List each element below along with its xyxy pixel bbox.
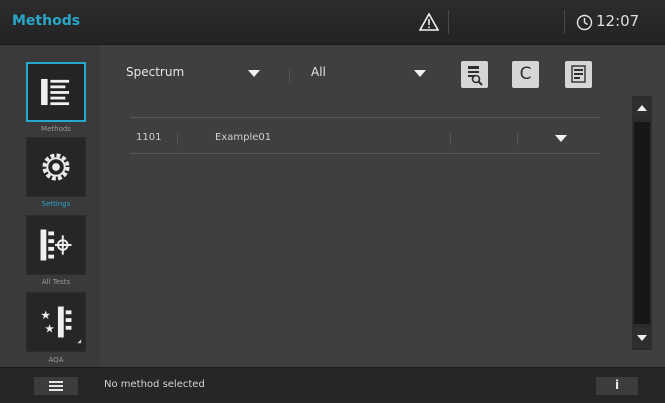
arrow-down-icon [637, 335, 647, 341]
side-nav: Methods Settings All Tests ★ ★ AQA [0, 45, 100, 367]
type-dropdown[interactable]: Spectrum [126, 65, 276, 87]
method-name: Example01 [215, 132, 272, 143]
hamburger-menu-icon [49, 381, 63, 383]
method-number: 1101 [136, 132, 162, 143]
scroll-up-button[interactable] [632, 98, 652, 118]
filter-separator [289, 69, 290, 83]
scroll-down-button[interactable] [632, 328, 652, 348]
svg-text:★: ★ [44, 322, 54, 336]
export-method-button[interactable] [565, 61, 592, 88]
clear-button[interactable]: C [512, 61, 539, 88]
title-separator [448, 10, 449, 34]
search-method-button[interactable] [461, 61, 488, 88]
column-separator [177, 133, 178, 145]
nav-item-all-tests[interactable] [26, 215, 86, 275]
clock-time: 12:07 [596, 12, 640, 30]
gear-icon [42, 153, 70, 181]
scroll-track[interactable] [634, 122, 650, 324]
nav-label-aqa: AQA [48, 356, 64, 364]
nav-item-settings[interactable] [26, 137, 86, 197]
svg-text:★: ★ [41, 308, 51, 322]
warning-triangle-icon[interactable] [419, 12, 439, 32]
list-scrollbar[interactable] [632, 96, 652, 350]
status-message: No method selected [104, 379, 205, 390]
clear-c-icon: C [519, 64, 532, 84]
tests-icon [40, 229, 72, 261]
type-dropdown-value: Spectrum [126, 65, 185, 79]
title-bar: Methods 12:07 [0, 0, 665, 45]
clock-icon [576, 14, 593, 31]
methods-panel: Spectrum All C 1101 Example01 [100, 45, 665, 367]
method-row[interactable]: 1101 Example01 [130, 125, 600, 153]
chevron-down-icon[interactable] [555, 135, 567, 142]
title-separator [564, 10, 565, 34]
methods-list-icon [41, 78, 70, 106]
category-dropdown[interactable]: All [311, 65, 436, 87]
menu-button[interactable] [34, 377, 78, 395]
app-title: Methods [12, 13, 81, 29]
chevron-down-icon [248, 70, 260, 77]
nav-label-methods: Methods [41, 125, 71, 133]
category-dropdown-value: All [311, 65, 326, 79]
nav-item-aqa[interactable]: ★ ★ [26, 292, 86, 352]
chevron-down-icon [414, 70, 426, 77]
nav-label-settings: Settings [41, 200, 71, 208]
status-bar: No method selected i [0, 367, 665, 403]
nav-label-all-tests: All Tests [41, 278, 71, 286]
export-document-icon [571, 65, 586, 83]
column-separator [517, 133, 518, 145]
column-separator [450, 133, 451, 145]
info-button[interactable]: i [596, 377, 638, 395]
list-divider [130, 153, 600, 154]
nav-item-methods[interactable] [26, 62, 86, 122]
aqa-icon: ★ ★ [41, 306, 82, 344]
hamburger-menu-icon [49, 389, 63, 391]
arrow-up-icon [637, 105, 647, 111]
hamburger-menu-icon [49, 385, 63, 387]
info-icon: i [614, 378, 620, 392]
search-document-icon [468, 66, 483, 86]
list-divider [130, 117, 600, 118]
